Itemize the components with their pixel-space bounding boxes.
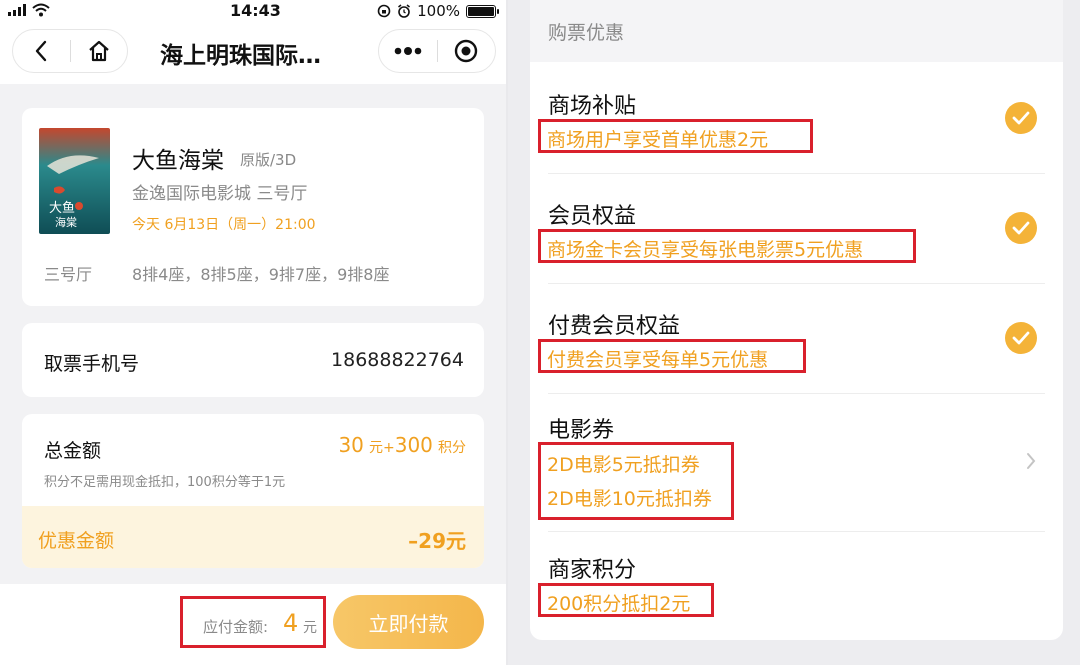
- checkout-bar: 应付金额: 4 元 立即付款: [0, 584, 506, 665]
- check-icon[interactable]: [1005, 212, 1037, 244]
- movie-version: 原版/3D: [240, 151, 297, 169]
- page-title: 海上明珠国际…: [160, 43, 321, 69]
- phone-card[interactable]: 取票手机号 18688822764: [22, 323, 484, 397]
- total-label: 总金额: [44, 440, 102, 462]
- movie-poster: 大鱼 海棠: [39, 128, 110, 234]
- alarm-icon: [398, 4, 411, 18]
- promo-item: 2D电影10元抵扣券: [547, 488, 712, 510]
- amount-due-unit: 元: [303, 620, 317, 636]
- promo-highlight: 商场用户享受首单优惠2元: [538, 119, 813, 153]
- promo-item: 200积分抵扣2元: [547, 593, 691, 615]
- promo-highlight: 2D电影5元抵扣券 2D电影10元抵扣券: [538, 442, 734, 520]
- nav-bar: 海上明珠国际…: [0, 22, 506, 84]
- showtime: 今天 6月13日（周一）21:00: [132, 217, 316, 233]
- order-screen: 14:43 100% 海上明珠国际… 大鱼 海棠 大鱼海棠 原版/3D 金逸国际…: [0, 0, 506, 665]
- total-cash-unit: 元+: [368, 440, 395, 456]
- nav-left-capsule: [12, 29, 128, 73]
- promo-section-merchant-points[interactable]: 商家积分 200积分抵扣2元: [530, 532, 1063, 632]
- promo-section-mall-subsidy[interactable]: 商场补贴 商场用户享受首单优惠2元: [530, 62, 1063, 174]
- discount-label: 优惠金额: [38, 530, 115, 552]
- close-miniprogram-button[interactable]: [438, 30, 496, 72]
- promo-section-title: 付费会员权益: [548, 314, 681, 339]
- check-icon[interactable]: [1005, 322, 1037, 354]
- signal-icon: [8, 4, 26, 16]
- target-icon: [455, 39, 478, 63]
- pay-now-button[interactable]: 立即付款: [333, 595, 484, 649]
- movie-title: 大鱼海棠: [132, 148, 224, 174]
- discount-row[interactable]: 优惠金额 –29元: [22, 506, 484, 568]
- promo-section-paid-membership[interactable]: 付费会员权益 付费会员享受每单5元优惠: [530, 284, 1063, 394]
- more-button[interactable]: [379, 30, 437, 72]
- phone-value: 18688822764: [331, 349, 464, 371]
- svg-text:海棠: 海棠: [55, 215, 77, 229]
- total-points: 300: [394, 433, 433, 457]
- nav-right-capsule: [378, 29, 496, 73]
- amount-due-highlight: 应付金额: 4 元: [180, 596, 326, 648]
- promo-item: 2D电影5元抵扣券: [547, 454, 700, 476]
- amount-due-value: 4: [283, 609, 299, 637]
- promo-highlight: 商场金卡会员享受每张电影票5元优惠: [538, 229, 916, 263]
- home-icon: [89, 40, 109, 62]
- promotions-card: 购票优惠 商场补贴 商场用户享受首单优惠2元 会员权益 商场金卡会员享受每张电影…: [530, 0, 1063, 640]
- promo-section-membership[interactable]: 会员权益 商场金卡会员享受每张电影票5元优惠: [530, 174, 1063, 284]
- promo-section-title: 商场补贴: [548, 94, 637, 119]
- rotation-lock-icon: [377, 4, 391, 18]
- status-bar: 14:43 100%: [0, 0, 506, 22]
- total-amount: 30 元+300 积分: [338, 433, 466, 457]
- promo-item: 商场金卡会员享受每张电影票5元优惠: [547, 239, 864, 261]
- points-note: 积分不足需用现金抵扣，100积分等于1元: [44, 475, 286, 490]
- more-icon: [394, 47, 422, 55]
- promo-highlight: 200积分抵扣2元: [538, 583, 714, 617]
- promo-item: 商场用户享受首单优惠2元: [547, 129, 769, 151]
- promo-section-title: 会员权益: [548, 204, 637, 229]
- battery-icon: [466, 4, 499, 18]
- wifi-icon: [32, 3, 50, 17]
- cinema-name: 金逸国际电影城 三号厅: [132, 184, 308, 204]
- total-cash: 30: [338, 433, 364, 457]
- chevron-right-icon[interactable]: [1026, 452, 1036, 470]
- promo-item: 付费会员享受每单5元优惠: [547, 349, 769, 371]
- battery-percent: 100%: [417, 2, 460, 20]
- seat-list: 8排4座，8排5座，9排7座，9排8座: [132, 265, 390, 284]
- svg-text:大鱼: 大鱼: [49, 200, 75, 216]
- total-points-unit: 积分: [438, 440, 466, 456]
- back-icon: [36, 40, 47, 62]
- amount-due-label: 应付金额:: [203, 618, 269, 636]
- promo-section-title: 商家积分: [548, 558, 637, 583]
- discount-value: –29元: [408, 529, 466, 553]
- check-icon[interactable]: [1005, 102, 1037, 134]
- total-card: 总金额 30 元+300 积分 积分不足需用现金抵扣，100积分等于1元 优惠金…: [22, 414, 484, 568]
- promo-section-title: 电影券: [548, 418, 615, 443]
- promotions-header: 购票优惠: [530, 0, 1063, 62]
- hall-label: 三号厅: [44, 265, 93, 284]
- promotions-screen: 购票优惠 商场补贴 商场用户享受首单优惠2元 会员权益 商场金卡会员享受每张电影…: [508, 0, 1080, 665]
- promotions-title: 购票优惠: [548, 22, 625, 44]
- promo-highlight: 付费会员享受每单5元优惠: [538, 339, 806, 373]
- back-button[interactable]: [13, 30, 70, 72]
- movie-card: 大鱼 海棠 大鱼海棠 原版/3D 金逸国际电影城 三号厅 今天 6月13日（周一…: [22, 108, 484, 306]
- clock: 14:43: [230, 1, 281, 20]
- phone-label: 取票手机号: [44, 353, 140, 375]
- home-button[interactable]: [71, 30, 128, 72]
- promo-section-movie-vouchers[interactable]: 电影券 2D电影5元抵扣券 2D电影10元抵扣券: [530, 394, 1063, 532]
